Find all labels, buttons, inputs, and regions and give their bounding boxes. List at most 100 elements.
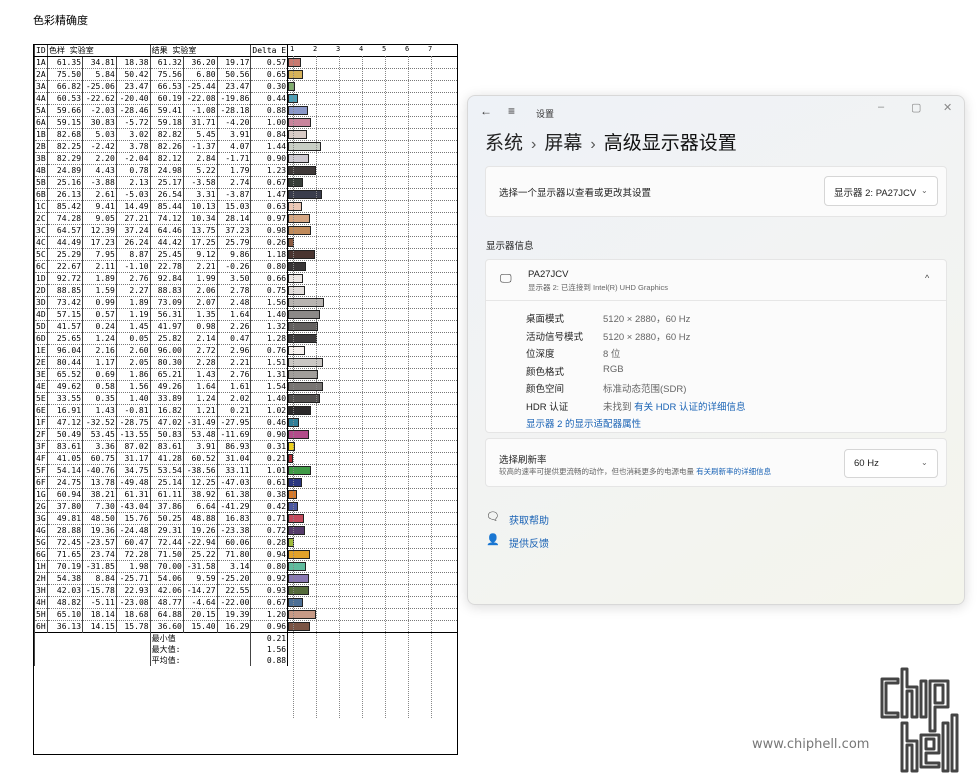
delta-e-value: 0.38 [250, 488, 288, 501]
ref-value: 72.45 [46, 536, 83, 549]
chevron-up-icon[interactable]: ^ [925, 273, 929, 283]
delta-e-value: 0.31 [250, 440, 288, 453]
ref-value: 31.17 [115, 452, 151, 465]
ref-value: 15.78 [115, 620, 151, 633]
measured-value: -1.37 [182, 140, 218, 153]
summary-spacer [34, 632, 151, 644]
row-id: 4C [34, 236, 48, 249]
row-id: 1H [34, 560, 48, 573]
adapter-properties-link[interactable]: 显示器 2 的显示适配器属性 [526, 416, 926, 433]
ref-value: -40.76 [82, 464, 117, 477]
delta-e-value: 1.01 [250, 464, 288, 477]
monitor-icon: 🖵 [500, 271, 512, 285]
row-id: 5F [34, 464, 48, 477]
row-id: 3B [34, 152, 48, 165]
property-value: RGB [603, 364, 624, 375]
ref-value: 38.21 [82, 488, 117, 501]
measured-value: -47.03 [216, 476, 251, 489]
measured-value: 50.56 [216, 68, 251, 81]
table-row: 5D 41.57 0.24 1.45 41.97 0.98 2.26 1.32 [34, 320, 457, 333]
property-key: 颜色空间 [526, 384, 565, 395]
ref-value: 36.13 [46, 620, 83, 633]
row-id: 3G [34, 512, 48, 525]
ref-value: 70.19 [46, 560, 83, 573]
measured-value: 6.80 [182, 68, 218, 81]
get-help-link[interactable]: 获取帮助 [509, 512, 549, 527]
ref-value: 18.14 [82, 608, 117, 621]
delta-e-value: 0.92 [250, 572, 288, 585]
measured-value: -1.71 [216, 152, 251, 165]
scale-tick-label: 2 [313, 45, 318, 53]
table-row: 1A 61.35 34.81 18.38 61.32 36.20 19.17 0.57 [34, 56, 457, 69]
row-id: 6C [34, 260, 48, 273]
ref-value: -5.11 [82, 596, 117, 609]
ref-value: 61.35 [46, 56, 83, 69]
delta-e-bar [288, 586, 310, 595]
ref-value: 72.28 [115, 548, 151, 561]
delta-e-bar [288, 466, 312, 475]
measured-value: 3.91 [182, 440, 218, 453]
measured-value: 38.92 [182, 488, 218, 501]
table-row: 6B 26.13 2.61 -5.03 26.54 3.31 -3.87 1.47 [34, 188, 457, 201]
measured-value: 5.22 [182, 164, 218, 177]
measured-value: 1.99 [182, 272, 218, 285]
ref-value: 23.47 [115, 80, 151, 93]
breadcrumb-system[interactable]: 系统 [485, 133, 523, 154]
ref-value: -28.75 [115, 416, 151, 429]
ref-value: -25.71 [115, 572, 151, 585]
property-value: 5120 × 2880，60 Hz [603, 311, 690, 325]
delta-e-bar [288, 274, 304, 283]
delta-e-bar [288, 214, 311, 223]
ref-value: 1.43 [82, 404, 117, 417]
minimize-icon[interactable]: – [878, 101, 884, 113]
delta-e-value: 0.46 [250, 416, 288, 429]
ref-value: -2.03 [82, 104, 117, 117]
breadcrumb-display[interactable]: 屏幕 [544, 133, 582, 154]
ref-value: 37.80 [46, 500, 83, 513]
breadcrumb: 系统 › 屏幕 › 高级显示器设置 [485, 128, 737, 155]
measured-value: -28.18 [216, 104, 251, 117]
ref-value: 1.40 [115, 392, 151, 405]
app-title: 设置 [536, 109, 555, 119]
ref-value: 64.57 [46, 224, 83, 237]
maximize-icon[interactable]: ▢ [911, 101, 921, 114]
delta-e-value: 0.93 [250, 584, 288, 597]
delta-e-value: 0.42 [250, 500, 288, 513]
feedback-link[interactable]: 提供反馈 [509, 535, 549, 550]
ref-value: 83.61 [46, 440, 83, 453]
measured-value: 83.61 [149, 440, 184, 453]
row-id: 6G [34, 548, 48, 561]
ref-value: 24.75 [46, 476, 83, 489]
delta-e-value: 0.28 [250, 536, 288, 549]
ref-value: 75.50 [46, 68, 83, 81]
refresh-rate-dropdown[interactable]: 60 Hz ⌄ [844, 449, 938, 478]
hdr-details-link[interactable]: 有关 HDR 认证的详细信息 [634, 402, 745, 413]
menu-icon[interactable]: ≡ [508, 104, 515, 118]
ref-value: 17.23 [82, 236, 117, 249]
measured-value: 50.83 [149, 428, 184, 441]
table-row: 4F 41.05 60.75 31.17 41.28 60.52 31.04 0.21 [34, 452, 457, 465]
row-id: 2C [34, 212, 48, 225]
watermark: www.chiphell.com [752, 737, 870, 752]
monitor-header[interactable]: 🖵 PA27JCV 显示器 2: 已连接到 Intel(R) UHD Graph… [486, 260, 946, 301]
back-arrow-icon[interactable]: ← [480, 104, 492, 118]
table-row: 6D 25.65 1.24 0.05 25.82 2.14 0.47 1.28 [34, 332, 457, 345]
display-dropdown[interactable]: 显示器 2: PA27JCV ⌄ [824, 176, 938, 206]
property-value: 未找到 有关 HDR 认证的详细信息 [603, 399, 746, 413]
ref-value: 5.84 [82, 68, 117, 81]
measured-value: 24.98 [149, 164, 184, 177]
close-icon[interactable]: ✕ [943, 101, 952, 114]
measured-value: 2.06 [182, 284, 218, 297]
measured-value: 66.53 [149, 80, 184, 93]
color-accuracy-report: ID 色样 实验室 结果 实验室 Delta E 1A 61.35 34.81 18.38 61… [33, 44, 458, 755]
scale-tick-label: 4 [359, 45, 364, 53]
ref-value: 25.16 [46, 176, 83, 189]
delta-e-value: 0.44 [250, 92, 288, 105]
scale-tick-label: 7 [428, 45, 433, 53]
ref-value: -5.72 [115, 116, 151, 129]
refresh-details-link[interactable]: 有关刷新率的详细信息 [696, 467, 771, 476]
measured-value: 2.74 [216, 176, 251, 189]
header-lab-ref: 色样 实验室 [46, 45, 151, 57]
table-row: 4E 49.62 0.58 1.56 49.26 1.64 1.61 1.54 [34, 380, 457, 393]
measured-value: 59.41 [149, 104, 184, 117]
